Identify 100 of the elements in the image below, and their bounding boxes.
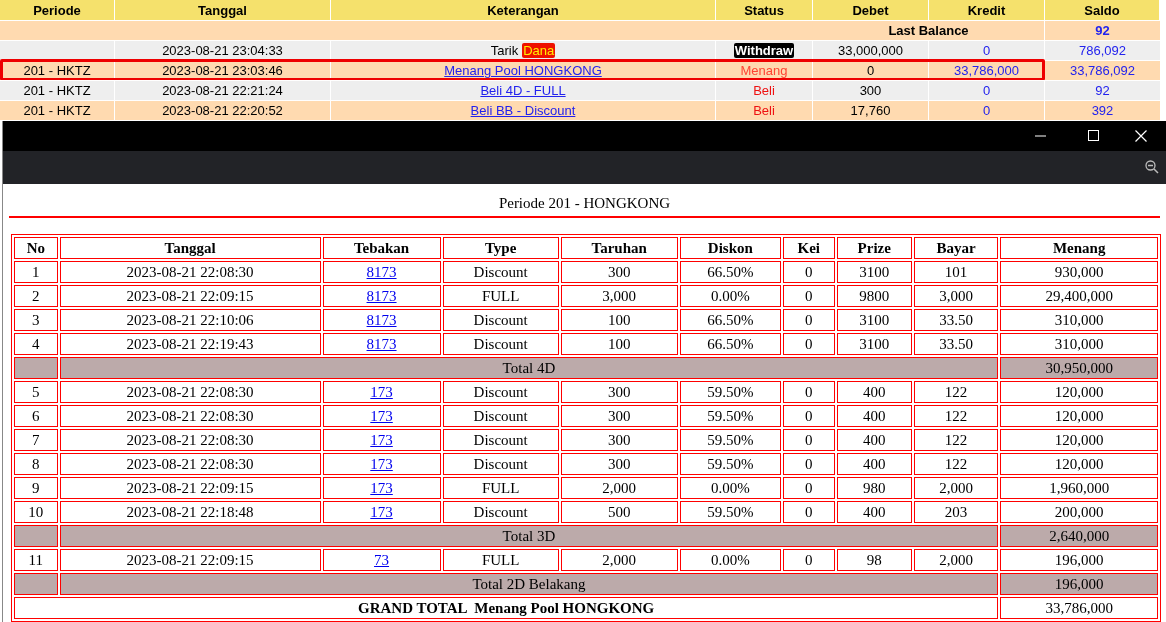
table-cell: 2023-08-21 22:10:06 <box>59 309 321 331</box>
table-cell: 100 <box>560 309 678 331</box>
table-cell: 0 <box>782 429 835 451</box>
table-cell: 196,000 <box>1000 549 1158 571</box>
close-icon[interactable] <box>1135 129 1147 142</box>
table-cell: 66.50% <box>679 309 781 331</box>
table-cell: 400 <box>836 429 912 451</box>
table-cell: 2,000 <box>913 549 999 571</box>
guess-link[interactable]: 173 <box>370 480 393 496</box>
column-header: Saldo <box>1084 1 1120 20</box>
table-cell: FULL <box>442 477 559 499</box>
table-cell: 2023-08-21 22:09:15 <box>59 549 321 571</box>
grand-total-label: GRAND TOTAL Menang Pool HONGKONG <box>14 597 999 619</box>
last-balance-label: Last Balance <box>888 22 969 40</box>
table-cell: 3100 <box>836 309 912 331</box>
table-cell: 2,000 <box>913 477 999 499</box>
table-cell: 59.50% <box>679 405 781 427</box>
description-link[interactable]: Beli 4D - FULL <box>480 81 566 100</box>
table-cell: 9 <box>14 477 58 499</box>
table-cell: 120,000 <box>1000 405 1158 427</box>
balance-value: 33,786,092 <box>1069 62 1136 80</box>
table-cell: Discount <box>442 405 559 427</box>
date-text: 2023-08-21 22:21:24 <box>162 82 283 100</box>
column-header: Taruhan <box>560 237 678 259</box>
table-cell: 0 <box>782 285 835 307</box>
table-cell: 120,000 <box>1000 453 1158 475</box>
table-cell: 2023-08-21 22:18:48 <box>59 501 321 523</box>
table-cell: 122 <box>913 429 999 451</box>
minimize-icon[interactable] <box>1035 134 1046 137</box>
guess-link[interactable]: 73 <box>374 552 390 568</box>
dana-badge: Dana <box>522 43 556 58</box>
table-cell: 100 <box>560 333 678 355</box>
grand-total-value: 33,786,000 <box>1000 597 1158 619</box>
table-cell: 98 <box>836 549 912 571</box>
last-balance-value: 92 <box>1095 22 1110 40</box>
table-cell: 0 <box>782 501 835 523</box>
guess-link[interactable]: 8173 <box>366 264 397 280</box>
table-cell: 2 <box>14 285 58 307</box>
guess-link[interactable]: 8173 <box>366 336 397 352</box>
table-cell: 11 <box>14 549 58 571</box>
table-cell: 0 <box>782 381 835 403</box>
guess-link[interactable]: 173 <box>370 408 393 424</box>
table-cell: Discount <box>442 381 559 403</box>
credit-value: 0 <box>982 42 991 60</box>
table-cell: 101 <box>913 261 999 283</box>
table-cell: 33.50 <box>913 333 999 355</box>
table-cell: 0.00% <box>679 549 781 571</box>
table-cell: 310,000 <box>1000 309 1158 331</box>
table-cell: 310,000 <box>1000 333 1158 355</box>
guess-link[interactable]: 8173 <box>366 312 397 328</box>
debit-value: 0 <box>866 62 875 80</box>
table-cell: 2023-08-21 22:08:30 <box>59 429 321 451</box>
table-cell: 0 <box>782 309 835 331</box>
table-cell: 59.50% <box>679 381 781 403</box>
column-header: Menang <box>1000 237 1158 259</box>
table-cell: 300 <box>560 429 678 451</box>
table-cell: 400 <box>836 381 912 403</box>
guess-link[interactable]: 8173 <box>366 288 397 304</box>
subtotal-value: 30,950,000 <box>1000 357 1158 379</box>
periode-text: 201 - HKTZ <box>23 62 91 80</box>
table-cell: 0.00% <box>679 285 781 307</box>
balance-value: 392 <box>1091 102 1114 120</box>
guess-link[interactable]: 173 <box>370 504 393 520</box>
periode-text: 201 - HKTZ <box>23 82 91 100</box>
table-cell: 400 <box>836 453 912 475</box>
guess-link[interactable]: 173 <box>370 456 393 472</box>
table-cell: Discount <box>442 333 559 355</box>
table-cell: 203 <box>913 501 999 523</box>
periode-text: 201 - HKTZ <box>23 102 91 120</box>
column-header: No <box>14 237 58 259</box>
table-cell: 300 <box>560 381 678 403</box>
table-cell: 59.50% <box>679 453 781 475</box>
zoom-out-icon[interactable] <box>1145 160 1159 175</box>
column-header: Kei <box>782 237 835 259</box>
table-cell: 122 <box>913 381 999 403</box>
maximize-icon[interactable] <box>1088 130 1099 142</box>
column-header: Periode <box>33 1 81 20</box>
table-cell: 122 <box>913 405 999 427</box>
status-label: Beli <box>753 102 775 120</box>
table-cell: Discount <box>442 501 559 523</box>
debit-value: 33,000,000 <box>837 42 904 60</box>
subtotal-value: 2,640,000 <box>1000 525 1158 547</box>
table-cell: 300 <box>560 453 678 475</box>
status-label: Menang <box>740 62 788 80</box>
status-label: Beli <box>753 82 775 100</box>
table-cell: 1,960,000 <box>1000 477 1158 499</box>
table-cell: 0 <box>782 453 835 475</box>
table-cell: 3,000 <box>913 285 999 307</box>
table-cell: 7 <box>14 429 58 451</box>
guess-link[interactable]: 173 <box>370 384 393 400</box>
description-link[interactable]: Beli BB - Discount <box>470 101 576 120</box>
table-cell: 122 <box>913 453 999 475</box>
guess-link[interactable]: 173 <box>370 432 393 448</box>
table-cell: 2,000 <box>560 549 678 571</box>
table-cell: 500 <box>560 501 678 523</box>
table-cell: 4 <box>14 333 58 355</box>
column-header: Status <box>744 1 784 20</box>
table-cell: 300 <box>560 261 678 283</box>
description-link[interactable]: Menang Pool HONGKONG <box>444 61 602 80</box>
table-cell: 0 <box>782 333 835 355</box>
